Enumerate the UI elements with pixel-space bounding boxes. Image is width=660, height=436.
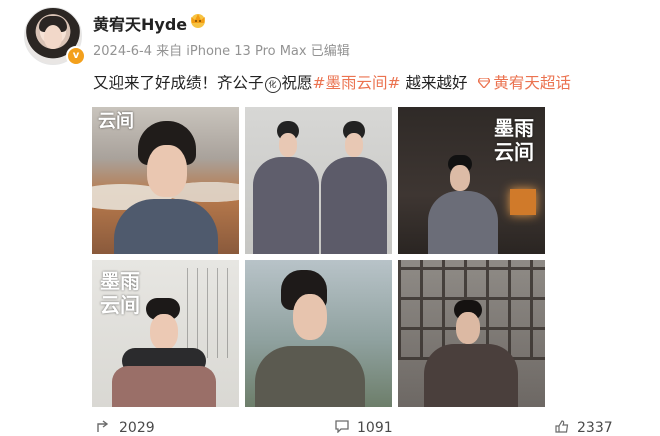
- post-text-before: 又迎来了好成绩！齐公子: [93, 74, 264, 92]
- figure-face: [147, 145, 187, 197]
- figure-face: [293, 294, 327, 340]
- crown-badge-icon: [191, 14, 205, 28]
- super-topic-link[interactable]: 黄宥天超话: [478, 74, 571, 92]
- figure-face: [150, 314, 178, 350]
- figure-robe: [114, 199, 218, 254]
- figure-robe: [424, 344, 518, 407]
- post-image-6[interactable]: [398, 260, 545, 407]
- like-icon: [555, 420, 569, 433]
- image-grid: 云间 墨雨 云间 墨雨 云间: [92, 107, 545, 407]
- image-4-title-top: 墨雨: [100, 269, 140, 293]
- figure-face: [450, 165, 470, 191]
- figure-robe: [253, 157, 319, 254]
- image-4-title-bottom: 云间: [100, 293, 140, 317]
- share-count: 2029: [119, 420, 155, 436]
- figure-face: [345, 133, 363, 157]
- avatar-face: [44, 25, 62, 49]
- post-image-2[interactable]: [245, 107, 392, 254]
- post-text-after: 越来越好: [400, 74, 468, 92]
- super-topic-gem-icon: [478, 78, 491, 88]
- post-image-4[interactable]: 墨雨 云间: [92, 260, 239, 407]
- figure-robe: [321, 157, 387, 254]
- post-footer: 2029 1091 2337: [0, 418, 660, 436]
- hashtag-link[interactable]: #墨雨云间#: [313, 74, 401, 92]
- image-1-title: 云间: [98, 111, 134, 132]
- post-image-3[interactable]: 墨雨 云间: [398, 107, 545, 254]
- post-image-1[interactable]: 云间: [92, 107, 239, 254]
- post-meta: 2024-6-4 来自 iPhone 13 Pro Max 已编辑: [93, 44, 350, 59]
- figure-face: [456, 312, 480, 344]
- verified-badge-icon: v: [66, 46, 86, 66]
- figure-face: [279, 133, 297, 157]
- comment-icon: [335, 420, 349, 433]
- post-text-mid: 祝愿: [281, 74, 313, 92]
- share-icon: [97, 420, 109, 432]
- lantern-window: [510, 189, 536, 215]
- super-topic-label: 黄宥天超话: [493, 74, 571, 92]
- post-image-5[interactable]: [245, 260, 392, 407]
- calligraphy-strokes: [178, 268, 234, 358]
- post-text: 又迎来了好成绩！齐公子化祝愿#墨雨云间# 越来越好 黄宥天超话: [93, 71, 571, 93]
- image-3-title-top: 墨雨: [494, 116, 534, 140]
- figure-robe: [428, 191, 498, 254]
- user-name[interactable]: 黄宥天Hyde: [93, 11, 187, 35]
- comment-count: 1091: [357, 420, 393, 436]
- image-3-title-bottom: 云间: [494, 140, 534, 164]
- comment-button[interactable]: 1091: [335, 420, 393, 436]
- like-button[interactable]: 2337: [555, 420, 613, 436]
- share-button[interactable]: 2029: [97, 420, 155, 436]
- figure-robe: [112, 366, 216, 407]
- figure-robe: [255, 346, 365, 407]
- like-count: 2337: [577, 420, 613, 436]
- circled-char: 化: [264, 77, 281, 93]
